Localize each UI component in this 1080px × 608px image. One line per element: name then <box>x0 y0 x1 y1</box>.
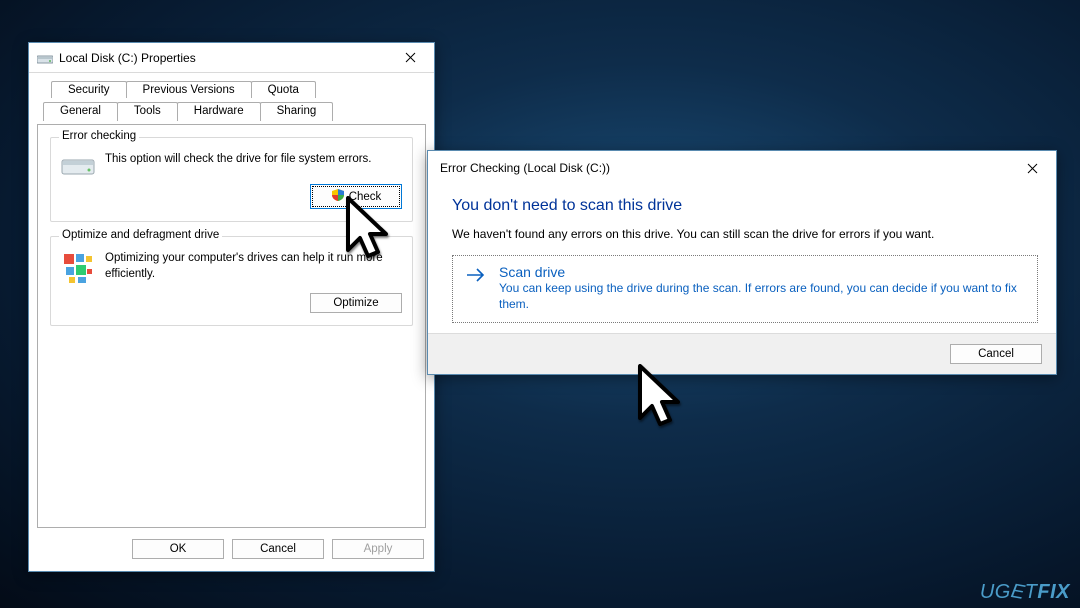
tab-general[interactable]: General <box>43 102 118 121</box>
tab-security[interactable]: Security <box>51 81 127 98</box>
close-icon <box>405 52 416 63</box>
window-title: Error Checking (Local Disk (C:)) <box>436 161 1010 175</box>
tab-body-tools: Error checking This option will check th… <box>37 124 426 528</box>
check-button[interactable]: Check <box>310 184 402 209</box>
close-button[interactable] <box>388 44 432 72</box>
tab-label: Tools <box>134 105 161 117</box>
drive-icon <box>61 152 95 176</box>
dialog-buttons: OK Cancel Apply <box>29 528 434 571</box>
tab-label: Hardware <box>194 105 244 117</box>
tab-label: Quota <box>268 84 299 96</box>
button-label: Optimize <box>333 297 378 309</box>
dialog-description: We haven't found any errors on this driv… <box>452 227 1038 241</box>
group-legend: Error checking <box>59 130 139 142</box>
group-text: This option will check the drive for fil… <box>105 152 402 168</box>
button-label: OK <box>170 543 187 555</box>
tab-tools[interactable]: Tools <box>117 102 178 121</box>
button-label: Check <box>349 191 382 203</box>
group-text: Optimizing your computer's drives can he… <box>105 251 402 282</box>
ok-button[interactable]: OK <box>132 539 224 559</box>
properties-window: Local Disk (C:) Properties Security Prev… <box>28 42 435 572</box>
arrow-right-icon <box>465 266 487 288</box>
tab-label: Security <box>68 84 110 96</box>
defrag-icon <box>61 251 95 285</box>
uac-shield-icon <box>331 188 345 205</box>
group-error-checking: Error checking This option will check th… <box>50 137 413 222</box>
error-checking-dialog: Error Checking (Local Disk (C:)) You don… <box>427 150 1057 375</box>
tab-hardware[interactable]: Hardware <box>177 102 261 121</box>
close-button[interactable] <box>1010 154 1054 182</box>
scan-drive-option[interactable]: Scan drive You can keep using the drive … <box>452 255 1038 323</box>
scan-drive-title: Scan drive <box>499 264 1025 280</box>
scan-drive-subtext: You can keep using the drive during the … <box>499 280 1025 312</box>
watermark: UGETFIX <box>980 581 1070 604</box>
optimize-button[interactable]: Optimize <box>310 293 402 313</box>
dialog-buttons: Cancel <box>428 333 1056 374</box>
dialog-heading: You don't need to scan this drive <box>452 197 1038 215</box>
tab-quota[interactable]: Quota <box>251 81 316 98</box>
tabs-area: Security Previous Versions Quota General… <box>29 73 434 528</box>
tab-sharing[interactable]: Sharing <box>260 102 334 121</box>
tab-label: Previous Versions <box>143 84 235 96</box>
group-optimize: Optimize and defragment drive <box>50 236 413 326</box>
cancel-button[interactable]: Cancel <box>232 539 324 559</box>
cancel-button[interactable]: Cancel <box>950 344 1042 364</box>
tab-previous-versions[interactable]: Previous Versions <box>126 81 252 98</box>
button-label: Apply <box>364 543 393 555</box>
group-legend: Optimize and defragment drive <box>59 229 222 241</box>
window-title: Local Disk (C:) Properties <box>59 51 388 65</box>
tab-strip: Security Previous Versions Quota General… <box>37 81 426 125</box>
apply-button[interactable]: Apply <box>332 539 424 559</box>
drive-icon <box>37 52 53 64</box>
close-icon <box>1027 163 1038 174</box>
titlebar[interactable]: Local Disk (C:) Properties <box>29 43 434 73</box>
tab-label: Sharing <box>277 105 317 117</box>
button-label: Cancel <box>260 543 296 555</box>
tab-label: General <box>60 105 101 117</box>
button-label: Cancel <box>978 348 1014 360</box>
titlebar[interactable]: Error Checking (Local Disk (C:)) <box>428 151 1056 185</box>
